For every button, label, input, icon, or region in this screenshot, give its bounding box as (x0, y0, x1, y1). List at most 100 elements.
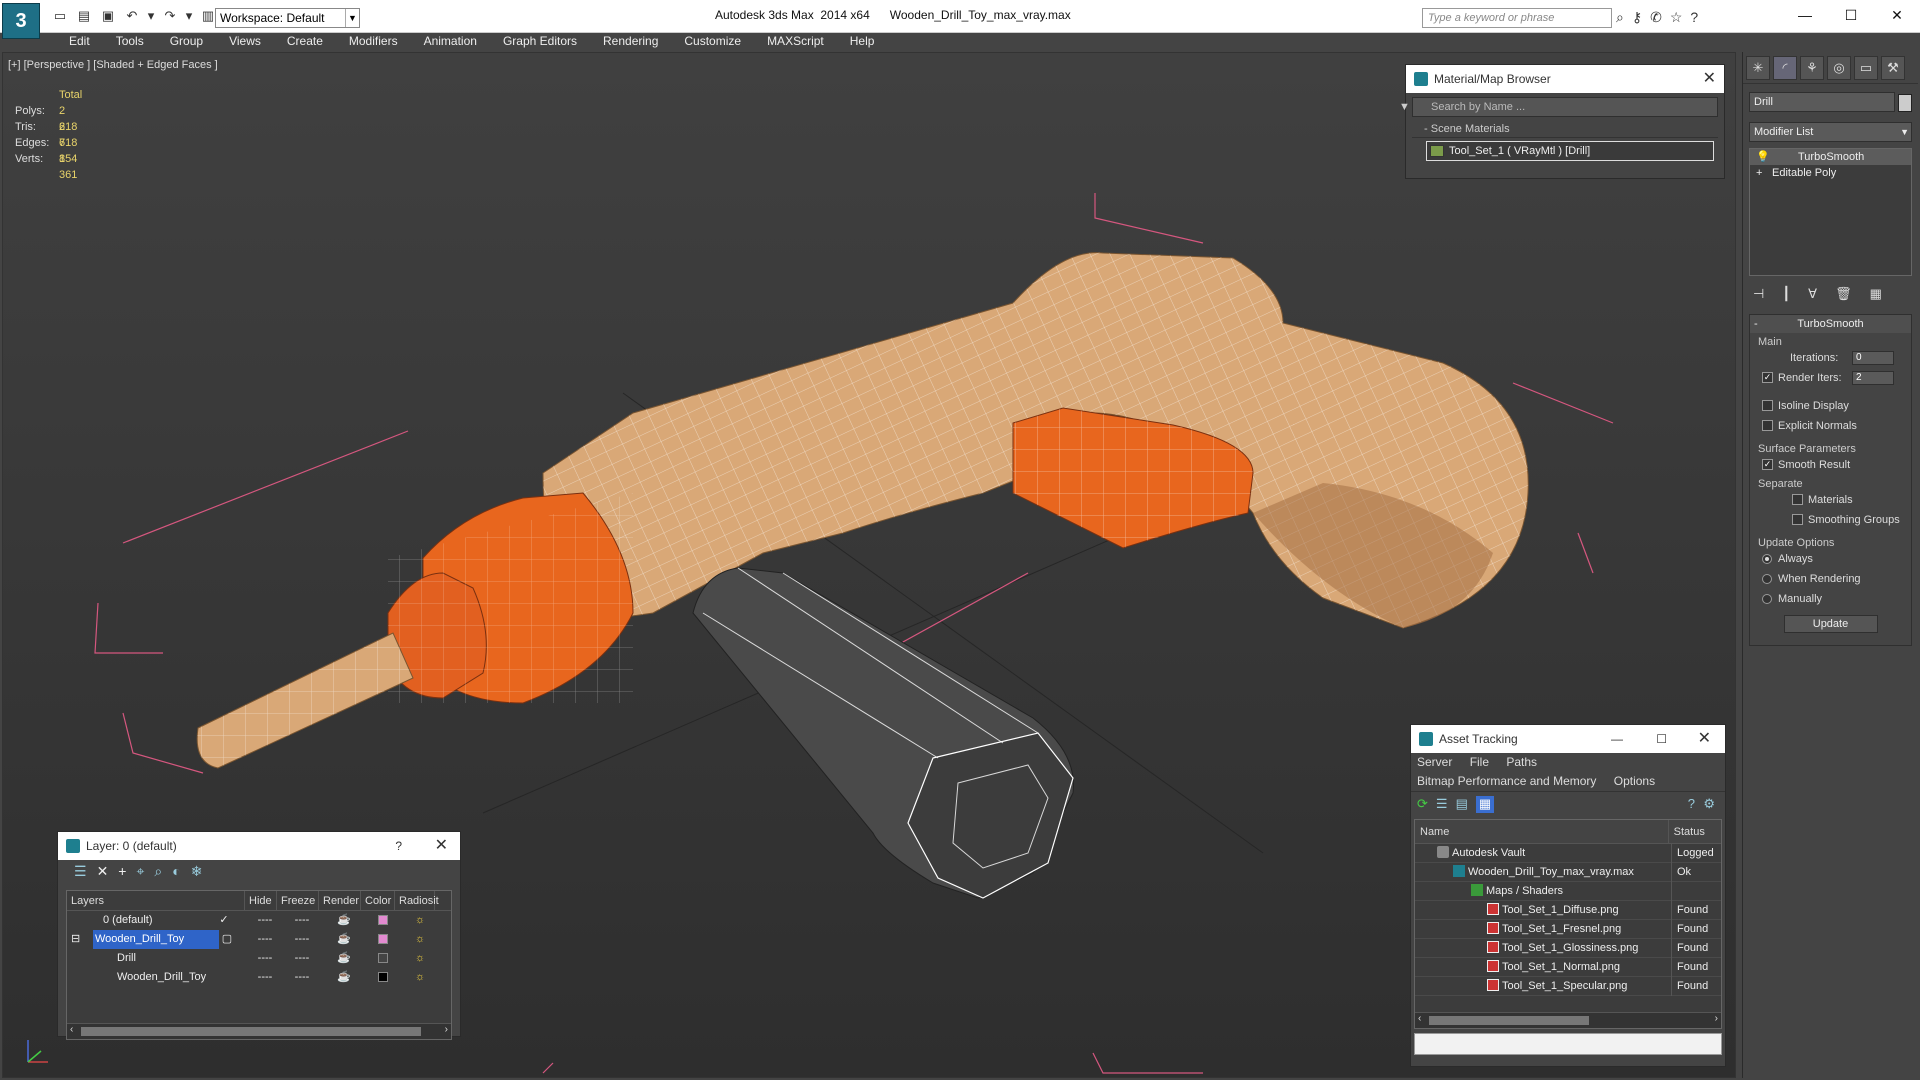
asset-row[interactable]: Tool_Set_1_Fresnel.png Found (1415, 920, 1721, 939)
scroll-right-icon[interactable]: › (445, 1024, 448, 1035)
key-icon[interactable]: ⚷ (1632, 9, 1642, 26)
redo-dropdown-icon[interactable]: ▾ (184, 7, 194, 25)
manually-radio[interactable] (1762, 594, 1772, 604)
table-view-icon[interactable]: ▦ (1475, 796, 1495, 813)
asset-path-field[interactable] (1414, 1033, 1722, 1055)
open-folder-icon[interactable]: ▤ (74, 7, 94, 25)
radiosity-icon[interactable]: ☼ (405, 911, 435, 930)
freeze-toggle[interactable]: ---- (281, 968, 323, 987)
help-icon[interactable]: ? (395, 832, 402, 860)
delete-layer-icon[interactable]: ✕ (97, 863, 109, 881)
comm-center-icon[interactable]: ✆ (1650, 9, 1662, 26)
layer-horizontal-scrollbar[interactable]: ‹ › (67, 1023, 451, 1039)
asset-row[interactable]: Wooden_Drill_Toy_max_vray.max Ok (1415, 863, 1721, 882)
scroll-left-icon[interactable]: ‹ (1418, 1013, 1421, 1024)
close-icon[interactable]: ✕ (1703, 65, 1716, 93)
pin-stack-icon[interactable]: ⊣ (1753, 286, 1764, 302)
menu-options[interactable]: Options (1614, 774, 1655, 788)
settings-icon[interactable]: ⚙ (1703, 796, 1715, 812)
chevron-down-icon[interactable]: ▼ (1399, 98, 1410, 116)
layer-name[interactable]: 0 (default) (101, 911, 155, 930)
asset-row[interactable]: Tool_Set_1_Normal.png Found (1415, 958, 1721, 977)
asset-row[interactable]: Tool_Set_1_Specular.png Found (1415, 977, 1721, 996)
motion-tab-icon[interactable]: ◎ (1827, 56, 1851, 80)
menu-server[interactable]: Server (1417, 755, 1452, 769)
menu-bitmap-performance[interactable]: Bitmap Performance and Memory (1417, 774, 1596, 788)
menu-edit[interactable]: Edit (56, 33, 103, 51)
asset-row[interactable]: Tool_Set_1_Glossiness.png Found (1415, 939, 1721, 958)
display-tab-icon[interactable]: ▭ (1854, 56, 1878, 80)
when-rendering-radio[interactable] (1762, 574, 1772, 584)
turbosmooth-rollout-header[interactable]: - TurboSmooth (1750, 315, 1911, 333)
col-hide[interactable]: Hide (245, 891, 277, 910)
scrollbar-thumb[interactable] (1429, 1016, 1589, 1025)
configure-sets-icon[interactable]: ▦ (1870, 286, 1882, 302)
viewport-label[interactable]: [+] [Perspective ] [Shaded + Edged Faces… (8, 59, 218, 71)
object-name[interactable]: Drill (115, 949, 138, 968)
stack-item-editable-poly[interactable]: + Editable Poly (1750, 165, 1911, 181)
keyword-search-input[interactable]: Type a keyword or phrase (1422, 8, 1612, 28)
iterations-spinner[interactable]: 0 (1852, 351, 1894, 365)
freeze-all-icon[interactable]: ❄ (191, 863, 203, 881)
layer-color-swatch[interactable] (378, 915, 388, 925)
scene-materials-section[interactable]: - Scene Materials (1412, 121, 1718, 138)
object-color-swatch[interactable] (1898, 94, 1912, 112)
menu-customize[interactable]: Customize (671, 33, 754, 51)
material-search-input[interactable]: ▼ Search by Name ... (1399, 97, 1718, 117)
undo-dropdown-icon[interactable]: ▾ (146, 7, 156, 25)
lightbulb-icon[interactable]: 💡 (1756, 149, 1770, 165)
detail-view-icon[interactable]: ▤ (1456, 796, 1468, 813)
undo-icon[interactable]: ↶ (122, 7, 142, 25)
object-color-swatch[interactable] (378, 972, 388, 982)
close-icon[interactable]: ✕ (1698, 725, 1711, 753)
close-icon[interactable]: ✕ (435, 832, 448, 860)
close-button[interactable]: ✕ (1874, 0, 1920, 30)
active-check-icon[interactable]: ✓ (217, 911, 231, 930)
save-icon[interactable]: ▣ (98, 7, 118, 25)
menu-tools[interactable]: Tools (103, 33, 157, 51)
app-logo-button[interactable]: 3 (2, 3, 40, 39)
maximize-icon[interactable]: ☐ (1656, 725, 1667, 753)
col-color[interactable]: Color (361, 891, 395, 910)
material-browser-titlebar[interactable]: Material/Map Browser ✕ (1406, 65, 1724, 93)
materials-checkbox[interactable] (1792, 494, 1803, 505)
object-name-field[interactable]: Drill (1749, 92, 1895, 112)
expand-icon[interactable]: + (1756, 165, 1762, 181)
layer-row[interactable]: Drill ---- ---- ☕ ☼ (67, 949, 451, 968)
collapse-icon[interactable]: ⊟ (71, 930, 80, 949)
smoothing-groups-checkbox[interactable] (1792, 514, 1803, 525)
scroll-left-icon[interactable]: ‹ (70, 1024, 73, 1035)
col-name[interactable]: Name (1415, 820, 1668, 843)
hide-all-icon[interactable]: ◐ (172, 863, 180, 881)
object-color-swatch[interactable] (378, 953, 388, 963)
asset-horizontal-scrollbar[interactable]: ‹ › (1415, 1012, 1721, 1028)
menu-views[interactable]: Views (216, 33, 274, 51)
isoline-checkbox[interactable] (1762, 400, 1773, 411)
col-status[interactable]: Status (1667, 820, 1721, 843)
material-item[interactable]: Tool_Set_1 ( VRayMtl ) [Drill] (1426, 141, 1714, 161)
layer-window-titlebar[interactable]: Layer: 0 (default) ? ✕ (58, 832, 460, 860)
hide-toggle[interactable]: ---- (249, 911, 281, 930)
help-icon[interactable]: ? (1688, 796, 1695, 811)
layer-stack-icon[interactable]: ☰ (74, 863, 87, 881)
layer-name[interactable]: Wooden_Drill_Toy (93, 930, 219, 949)
menu-help[interactable]: Help (837, 33, 888, 51)
smooth-result-checkbox[interactable]: ✓ (1762, 459, 1773, 470)
hide-toggle[interactable]: ---- (249, 968, 281, 987)
utilities-tab-icon[interactable]: ⚒ (1881, 56, 1905, 80)
render-iters-spinner[interactable]: 2 (1852, 371, 1894, 385)
menu-create[interactable]: Create (274, 33, 336, 51)
scrollbar-thumb[interactable] (81, 1027, 421, 1036)
modify-tab-icon[interactable]: ◜ (1773, 56, 1797, 80)
menu-animation[interactable]: Animation (411, 33, 490, 51)
list-view-icon[interactable]: ☰ (1436, 796, 1448, 813)
current-layer-icon[interactable]: ▢ (221, 930, 233, 949)
show-end-result-icon[interactable]: ┃ (1782, 286, 1790, 302)
binoculars-icon[interactable]: ⌕ (1616, 9, 1624, 26)
asset-tracking-titlebar[interactable]: Asset Tracking — ☐ ✕ (1411, 725, 1725, 753)
stack-item-turbosmooth[interactable]: 💡 TurboSmooth (1750, 149, 1911, 165)
col-freeze[interactable]: Freeze (277, 891, 319, 910)
remove-modifier-icon[interactable]: 🗑 (1835, 286, 1852, 302)
hide-toggle[interactable]: ---- (249, 930, 281, 949)
layer-color-swatch[interactable] (378, 934, 388, 944)
